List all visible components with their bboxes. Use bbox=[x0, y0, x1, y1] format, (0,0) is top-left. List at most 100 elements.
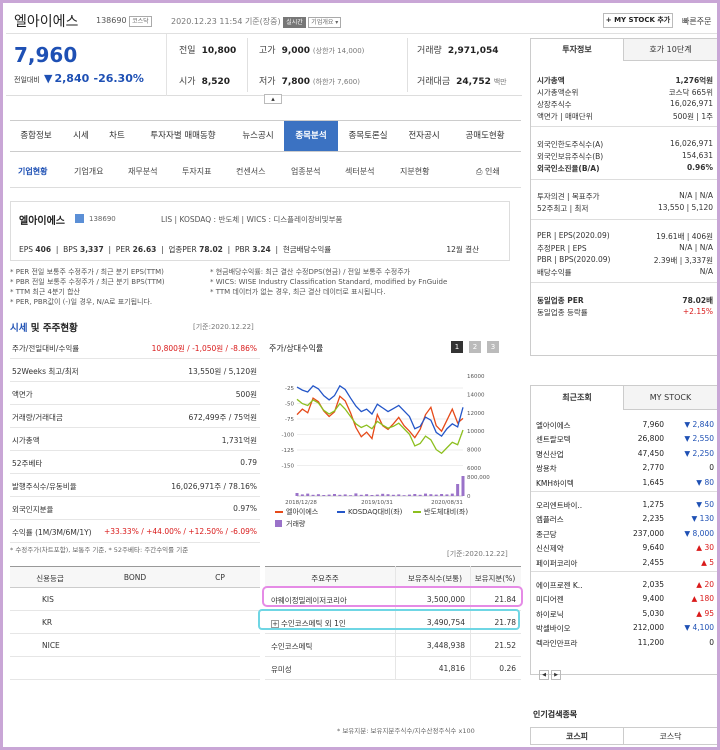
tab-chart[interactable]: 차트 bbox=[100, 121, 134, 151]
market-date: [기준:2020.12.22] bbox=[193, 323, 254, 331]
settle-month: 12월 결산 bbox=[446, 245, 479, 254]
invest-row: 추정PER | EPS N/A | N/A bbox=[537, 243, 713, 253]
right-tick-label: 16000 bbox=[467, 374, 485, 380]
recent-stock-row[interactable]: 쌍용차 2,770 0 bbox=[536, 463, 714, 474]
tab-news[interactable]: 뉴스공시 bbox=[232, 121, 284, 151]
tab-overview[interactable]: 종합정보 bbox=[10, 121, 62, 151]
collapse-toggle[interactable]: ▴ bbox=[264, 94, 282, 104]
volume-bar bbox=[407, 494, 411, 496]
x-tick-label: 2018/12/28 bbox=[285, 500, 317, 506]
trade-amount: 24,752 bbox=[456, 77, 491, 87]
subtab-consensus[interactable]: 컨센서스 bbox=[236, 166, 265, 177]
company-name: 엘아이에스 bbox=[19, 216, 65, 227]
invest-row: 외국인보유주식수(B) 154,631 bbox=[537, 151, 713, 161]
right-tick-label: 8000 bbox=[467, 448, 481, 454]
recent-stock-row[interactable]: 하이로닉 5,030 ▲ 95 bbox=[536, 609, 714, 620]
stock-name[interactable]: 엘아이에스 bbox=[14, 11, 78, 31]
company-overview-dropdown[interactable]: 기업개요 ▾ bbox=[308, 17, 342, 28]
recent-stock-row[interactable]: 페이퍼코리아 2,455 ▲ 5 bbox=[536, 558, 714, 569]
recent-stock-row[interactable]: 오리엔트바이.. 1,275 ▼ 50 bbox=[536, 500, 714, 511]
volume-bar bbox=[397, 494, 401, 496]
subtab-sector[interactable]: 섹터분석 bbox=[345, 166, 374, 177]
recent-stock-row[interactable]: KMH하이텍 1,645 ▼ 80 bbox=[536, 478, 714, 489]
recent-stock-row[interactable]: 박셀바이오 212,000 ▼ 4,100 bbox=[536, 623, 714, 634]
recent-stock-row[interactable]: 신신제약 9,640 ▲ 30 bbox=[536, 543, 714, 554]
invest-row: 액면가 | 매매단위 500원 | 1주 bbox=[537, 112, 713, 121]
current-price: 7,960 bbox=[14, 43, 78, 67]
credit-row-nice: NICE bbox=[10, 634, 260, 657]
volume-tick-label: 800,000 bbox=[467, 475, 490, 481]
recent-stock-row[interactable]: 엠플러스 2,235 ▼ 130 bbox=[536, 514, 714, 525]
subtab-status[interactable]: 기업현황 bbox=[18, 166, 47, 177]
subtab-industry[interactable]: 업종분석 bbox=[291, 166, 320, 177]
legend-swatch bbox=[275, 520, 282, 527]
home-icon[interactable] bbox=[75, 214, 84, 223]
recent-stock-row[interactable]: 센트랄모텍 26,800 ▼ 2,550 bbox=[536, 434, 714, 445]
tab-recent[interactable]: 최근조회 bbox=[531, 386, 624, 410]
tab-forum[interactable]: 종목토론실 bbox=[338, 121, 398, 151]
down-arrow-icon: ▼ bbox=[684, 528, 693, 538]
tab-kosdaq[interactable]: 코스닥 bbox=[624, 728, 717, 745]
next-page-icon[interactable]: ▶ bbox=[551, 670, 561, 680]
highlight-box bbox=[262, 586, 523, 607]
subtab-profile[interactable]: 기업개요 bbox=[74, 166, 103, 177]
recent-stock-row[interactable]: 미디어젠 9,400 ▲ 180 bbox=[536, 594, 714, 605]
recent-stock-row[interactable]: 엘아이에스 7,960 ▼ 2,840 bbox=[536, 420, 714, 431]
volume-bar bbox=[332, 494, 336, 496]
tab-mystock[interactable]: MY STOCK bbox=[624, 386, 717, 410]
print-button[interactable]: ⎙ 인쇄 bbox=[476, 166, 500, 177]
market-row: 발행주식수/유동비율 16,026,971주 / 78.16% bbox=[10, 474, 260, 497]
down-arrow-icon: ▼ bbox=[684, 420, 693, 429]
left-tick-label: -100 bbox=[282, 433, 295, 439]
series-line bbox=[296, 395, 464, 440]
volume-bar bbox=[429, 494, 433, 496]
tab-invest-info[interactable]: 투자정보 bbox=[531, 39, 624, 61]
quote-summary: 7,960 전일대비 ▼ 2,840 -26.30% 전일 10,800 고가 9,0… bbox=[6, 34, 522, 104]
recent-stock-row[interactable]: 렉라인만프라 11,200 0 bbox=[536, 638, 714, 649]
volume-bar bbox=[370, 495, 374, 496]
subtab-indicators[interactable]: 투자지표 bbox=[182, 166, 211, 177]
invest-row: 상장주식수 16,026,971 bbox=[537, 99, 713, 109]
volume-bar bbox=[391, 494, 395, 496]
market-title: 시세 및 주주현황 bbox=[10, 323, 78, 334]
tab-disclosure[interactable]: 전자공시 bbox=[398, 121, 450, 151]
subtab-financial[interactable]: 재무분석 bbox=[128, 166, 157, 177]
tab-price[interactable]: 시세 bbox=[62, 121, 100, 151]
volume-tick-label: 0 bbox=[467, 494, 471, 500]
tab-kospi[interactable]: 코스피 bbox=[531, 728, 624, 745]
tab-analysis[interactable]: 종목분석 bbox=[284, 121, 338, 151]
recent-stock-row[interactable]: 명신산업 47,450 ▼ 2,250 bbox=[536, 449, 714, 460]
tab-orderbook[interactable]: 호가 10단계 bbox=[624, 39, 717, 61]
quick-order-link[interactable]: 빠른주문 bbox=[682, 16, 711, 27]
tab-investor-trend[interactable]: 투자자별 매매동향 bbox=[134, 121, 232, 151]
quote-datetime: 2020.12.23 11:54 기준(장중) 실시간 기업개요 ▾ bbox=[171, 16, 342, 28]
company-summary: 엘아이에스 138690 LIS | KOSDAQ : 반도체 | WICS :… bbox=[10, 201, 510, 261]
left-tick-label: -50 bbox=[285, 402, 294, 408]
tab-short-selling[interactable]: 공매도현황 bbox=[450, 121, 520, 151]
up-arrow-icon: ▲ bbox=[701, 557, 710, 567]
high-price: 9,000 bbox=[281, 46, 311, 56]
legend-label: 거래량 bbox=[286, 519, 306, 528]
invest-info-panel: 투자정보 호가 10단계 시가총액 1,276억원 시가총액순위 코스닥 665위 상장… bbox=[530, 38, 717, 356]
invest-row: 투자의견 | 목표주가 N/A | N/A bbox=[537, 191, 713, 201]
volume-bar bbox=[375, 494, 379, 496]
prev-page-icon[interactable]: ◀ bbox=[539, 670, 549, 680]
subtab-ownership[interactable]: 지분현황 bbox=[400, 166, 429, 177]
invest-row: PER | EPS(2020.09) 19.61배 | 406원 bbox=[537, 231, 713, 241]
credit-row-kis: KIS bbox=[10, 588, 260, 611]
volume-bar bbox=[354, 493, 358, 496]
open-price: 8,520 bbox=[201, 77, 231, 87]
volume: 2,971,054 bbox=[447, 46, 499, 56]
volume-bar bbox=[440, 494, 444, 496]
recent-stock-row[interactable]: 종근당 237,000 ▼ 8,000 bbox=[536, 529, 714, 540]
add-mystock-button[interactable]: + MY STOCK 추가 bbox=[603, 13, 673, 28]
credit-row-empty bbox=[10, 657, 260, 680]
volume-bar bbox=[359, 494, 363, 496]
recent-stock-row[interactable]: 에이프로젠 K.. 2,035 ▲ 20 bbox=[536, 580, 714, 591]
volume-bar bbox=[450, 493, 454, 496]
volume-bar bbox=[349, 495, 353, 496]
volume-bar bbox=[327, 494, 331, 496]
shareholder-row: 유미성 41,816 0.26 bbox=[265, 657, 521, 680]
market-row: 수익률 (1M/3M/6M/1Y) +33.33% / +44.00% / +12… bbox=[10, 520, 260, 543]
company-metrics: EPS 406 | BPS 3,337 | PER 26.63 | 업종PER … bbox=[19, 245, 332, 254]
